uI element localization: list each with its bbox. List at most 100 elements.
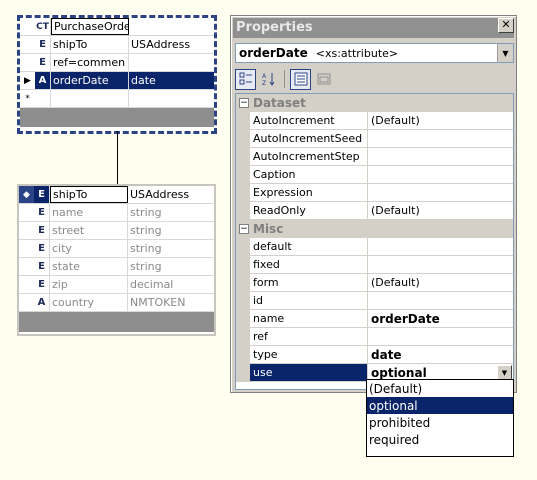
property-value[interactable]: (Default) <box>368 274 513 292</box>
element-name[interactable]: state <box>50 258 128 275</box>
element-type[interactable]: string <box>128 222 214 239</box>
table-row[interactable]: CT PurchaseOrder <box>20 18 214 36</box>
element-type[interactable]: USAddress <box>128 186 214 203</box>
property-row-type[interactable]: type date <box>236 346 513 364</box>
element-name[interactable]: shipTo <box>50 186 128 203</box>
row-selector[interactable] <box>20 18 35 35</box>
element-name[interactable]: city <box>50 240 128 257</box>
property-row-autoincrementstep[interactable]: AutoIncrementStep <box>236 148 513 166</box>
property-value[interactable]: (Default) <box>368 202 513 220</box>
row-selector[interactable] <box>19 240 34 257</box>
element-name[interactable]: orderDate <box>51 72 129 89</box>
property-name[interactable]: fixed <box>250 256 368 274</box>
element-type[interactable] <box>129 90 214 107</box>
property-name[interactable]: type <box>250 346 368 364</box>
property-name[interactable]: default <box>250 238 368 256</box>
element-type[interactable]: NMTOKEN <box>128 294 214 311</box>
properties-button[interactable] <box>290 68 311 90</box>
table-row[interactable]: Ezip decimal <box>19 276 214 294</box>
table-row[interactable]: Eref=commen <box>20 54 214 72</box>
key-icon[interactable]: ◆ <box>19 186 34 203</box>
use-options-list[interactable]: (Default) optional prohibited required <box>366 379 514 457</box>
category-dataset[interactable]: − Dataset <box>236 94 513 112</box>
current-row-icon[interactable]: ▶ <box>20 72 35 89</box>
table-row[interactable]: Estreet string <box>19 222 214 240</box>
property-value[interactable] <box>368 148 513 166</box>
row-selector[interactable] <box>19 204 34 221</box>
property-name[interactable]: form <box>250 274 368 292</box>
element-type[interactable]: USAddress <box>129 36 214 53</box>
table-row[interactable]: Ename string <box>19 204 214 222</box>
option-required[interactable]: required <box>367 431 513 448</box>
element-name[interactable]: country <box>50 294 128 311</box>
property-name[interactable]: ref <box>250 328 368 346</box>
option-prohibited[interactable]: prohibited <box>367 414 513 431</box>
property-value[interactable]: date <box>368 346 513 364</box>
property-row-form[interactable]: form (Default) <box>236 274 513 292</box>
chevron-down-icon[interactable]: ▼ <box>497 365 512 380</box>
property-row-id[interactable]: id <box>236 292 513 310</box>
row-selector[interactable] <box>19 276 34 293</box>
table-row[interactable]: Acountry NMTOKEN <box>19 294 214 312</box>
alphabetical-button[interactable]: A Z <box>258 69 279 90</box>
row-selector[interactable] <box>19 294 34 311</box>
property-value[interactable] <box>368 130 513 148</box>
property-row-name[interactable]: name orderDate <box>236 310 513 328</box>
option-optional[interactable]: optional <box>367 397 513 414</box>
element-type[interactable]: date <box>129 72 214 89</box>
property-row-ref[interactable]: ref <box>236 328 513 346</box>
property-value[interactable] <box>368 166 513 184</box>
property-name[interactable]: Caption <box>250 166 368 184</box>
element-type[interactable] <box>129 54 214 71</box>
element-name[interactable]: street <box>50 222 128 239</box>
property-value[interactable] <box>368 256 513 274</box>
table-row[interactable]: EshipTo USAddress <box>20 36 214 54</box>
property-row-readonly[interactable]: ReadOnly (Default) <box>236 202 513 220</box>
property-value[interactable]: (Default) <box>368 112 513 130</box>
property-pages-button[interactable] <box>313 69 334 90</box>
element-type[interactable]: string <box>128 204 214 221</box>
element-name[interactable] <box>51 90 129 107</box>
table-row[interactable]: ▶ AorderDate date <box>20 72 214 90</box>
row-selector[interactable] <box>20 54 35 71</box>
property-row-caption[interactable]: Caption <box>236 166 513 184</box>
ship-to-table[interactable]: ◆ EshipTo USAddress Ename string Estreet strin… <box>17 184 216 336</box>
property-name[interactable]: id <box>250 292 368 310</box>
collapse-icon[interactable]: − <box>239 224 249 234</box>
property-value[interactable] <box>368 238 513 256</box>
row-selector[interactable] <box>19 258 34 275</box>
element-name[interactable]: name <box>50 204 128 221</box>
row-selector[interactable] <box>19 222 34 239</box>
element-name[interactable]: zip <box>50 276 128 293</box>
property-row-fixed[interactable]: fixed <box>236 256 513 274</box>
property-name[interactable]: Expression <box>250 184 368 202</box>
table-row[interactable]: ◆ EshipTo USAddress <box>19 186 214 204</box>
element-type[interactable]: string <box>128 258 214 275</box>
property-name[interactable]: ReadOnly <box>250 202 368 220</box>
property-name[interactable]: use <box>250 364 368 382</box>
element-name[interactable]: PurchaseOrder <box>51 18 129 35</box>
chevron-down-icon[interactable]: ▼ <box>497 44 513 62</box>
object-selector[interactable]: orderDate <xs:attribute> ▼ <box>235 43 514 63</box>
property-value[interactable] <box>368 328 513 346</box>
property-name[interactable]: name <box>250 310 368 328</box>
property-value[interactable] <box>368 184 513 202</box>
property-name[interactable]: AutoIncrementSeed <box>250 130 368 148</box>
property-name[interactable]: AutoIncrementStep <box>250 148 368 166</box>
close-button[interactable]: ✕ <box>498 18 514 33</box>
property-row-autoincrement[interactable]: AutoIncrement (Default) <box>236 112 513 130</box>
option-default[interactable]: (Default) <box>367 380 513 397</box>
collapse-icon[interactable]: − <box>239 98 249 108</box>
category-misc[interactable]: − Misc <box>236 220 513 238</box>
element-type[interactable]: string <box>128 240 214 257</box>
element-name[interactable]: shipTo <box>51 36 129 53</box>
element-type[interactable] <box>129 18 214 35</box>
element-type[interactable]: decimal <box>128 276 214 293</box>
table-row[interactable]: * <box>20 90 214 108</box>
categorized-button[interactable] <box>235 68 256 90</box>
property-value[interactable] <box>368 292 513 310</box>
property-name[interactable]: AutoIncrement <box>250 112 368 130</box>
table-row[interactable]: Estate string <box>19 258 214 276</box>
row-selector[interactable] <box>20 36 35 53</box>
property-value[interactable]: orderDate <box>368 310 513 328</box>
